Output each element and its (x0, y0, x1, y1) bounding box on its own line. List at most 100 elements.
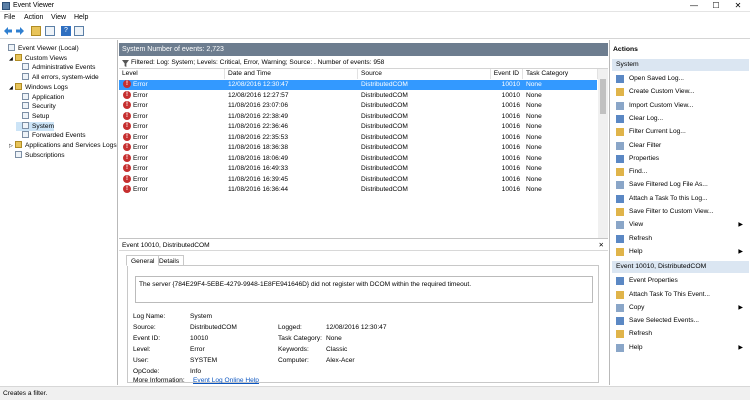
cell-task: None (526, 175, 542, 183)
log-name-value: System (190, 313, 212, 320)
tree-item[interactable]: All errors, system-wide (16, 73, 99, 82)
action-item[interactable]: Clear Log... (612, 113, 749, 125)
action-item[interactable]: Clear Filter (612, 140, 749, 152)
action-item[interactable]: Filter Current Log... (612, 126, 749, 138)
action-item[interactable]: Help ▶ (612, 342, 749, 354)
minimize-button[interactable]: — (683, 0, 705, 11)
cell-source: DistributedCOM (361, 91, 408, 99)
cell-id: 10016 (501, 175, 520, 183)
cell-date: 11/08/2016 22:35:53 (228, 133, 289, 141)
action-item[interactable]: Copy ▶ (612, 302, 749, 314)
menu-file[interactable]: File (4, 14, 15, 21)
table-row[interactable]: ! Error 11/08/2016 18:06:49 DistributedCOM 1… (119, 153, 597, 164)
action-item-label: Filter Current Log... (629, 128, 686, 136)
tree-item-label: Setup (32, 112, 50, 120)
action-item[interactable]: Create Custom View... (612, 86, 749, 98)
actions-section-header[interactable]: Event 10010, DistributedCOM (612, 261, 749, 274)
tree-item[interactable]: Subscriptions (9, 150, 65, 160)
table-row[interactable]: ! Error 12/08/2016 12:30:47 DistributedCOM 1… (119, 80, 597, 90)
table-row[interactable]: ! Error 11/08/2016 22:38:49 DistributedCOM 1… (119, 111, 597, 122)
folder-icon (15, 141, 22, 148)
tree-item[interactable]: Forwarded Events (16, 131, 86, 140)
event-id-value: 10010 (190, 335, 209, 342)
show-hide-tree-icon[interactable] (45, 26, 55, 36)
properties-panel-icon[interactable] (74, 26, 84, 36)
table-row[interactable]: ! Error 11/08/2016 16:39:45 DistributedCOM 1… (119, 174, 597, 185)
filter-icon (22, 73, 29, 81)
action-item[interactable]: Save Filtered Log File As... (612, 179, 749, 191)
opcode-label: OpCode: (133, 368, 160, 375)
cell-level: Error (133, 144, 148, 151)
action-item[interactable]: Save Filter to Custom View... (612, 206, 749, 218)
cell-level: Error (133, 81, 148, 88)
action-item[interactable]: Attach Task To This Event... (612, 289, 749, 301)
table-row[interactable]: ! Error 11/08/2016 16:36:44 DistributedCOM 1… (119, 185, 597, 195)
event-log-online-help-link[interactable]: Event Log Online Help (193, 377, 259, 384)
tree-item[interactable]: ◢ Windows Logs (9, 82, 68, 93)
tree-item[interactable]: ▷ Applications and Services Logs (9, 141, 117, 151)
cell-task: None (526, 102, 542, 109)
action-item-label: Event Properties (629, 277, 678, 285)
forward-icon[interactable] (15, 26, 25, 36)
cell-id: 10016 (501, 133, 520, 141)
tree-item[interactable]: Security (16, 102, 56, 111)
help-icon[interactable]: ? (61, 26, 71, 36)
log-icon (22, 111, 29, 119)
filter-bar: Filtered: Log: System; Levels: Critical,… (119, 57, 608, 69)
actions-section-header[interactable]: System (612, 59, 749, 71)
actions-title: Actions (613, 46, 638, 53)
col-level[interactable]: Level (119, 69, 225, 79)
back-icon[interactable] (3, 26, 13, 36)
table-row[interactable]: ! Error 11/08/2016 18:36:38 DistributedCOM 1… (119, 143, 597, 153)
tree-item[interactable]: System (16, 121, 54, 131)
tree-item[interactable]: Setup (16, 111, 50, 121)
close-button[interactable]: ✕ (727, 0, 749, 11)
tree-item-label: Administrative Events (32, 64, 96, 72)
col-date-time[interactable]: Date and Time (225, 69, 358, 79)
cell-level: Error (133, 123, 148, 130)
view-icon (616, 221, 624, 230)
table-row[interactable]: ! Error 12/08/2016 12:27:57 DistributedCOM 1… (119, 90, 597, 101)
maximize-button[interactable]: ☐ (705, 0, 727, 11)
tree-item[interactable]: Event Viewer (Local) (2, 44, 79, 53)
col-task-category[interactable]: Task Category (523, 69, 598, 79)
table-row[interactable]: ! Error 11/08/2016 22:35:53 DistributedCOM 1… (119, 132, 597, 143)
tab-general[interactable]: General (126, 255, 160, 266)
action-item[interactable]: View ▶ (612, 219, 749, 231)
action-item[interactable]: Refresh (612, 233, 749, 245)
tree-item[interactable]: ◢ Custom Views (9, 53, 67, 64)
action-item[interactable]: Help ▶ (612, 246, 749, 258)
action-item-label: Save Filter to Custom View... (629, 208, 714, 215)
error-icon: ! (123, 143, 131, 151)
menu-help[interactable]: Help (74, 14, 88, 21)
grid-scroll-thumb[interactable] (600, 79, 606, 114)
cell-id: 10016 (501, 102, 520, 109)
action-item[interactable]: Open Saved Log... (612, 73, 749, 85)
action-item[interactable]: Refresh (612, 328, 749, 340)
table-row[interactable]: ! Error 11/08/2016 16:49:33 DistributedCOM 1… (119, 164, 597, 174)
logged-label: Logged: (278, 324, 302, 331)
error-icon: ! (123, 90, 131, 99)
error-icon: ! (123, 80, 131, 88)
menu-action[interactable]: Action (24, 14, 43, 21)
action-item[interactable]: Event Properties (612, 275, 749, 287)
cell-level: Error (133, 102, 148, 109)
submenu-arrow-icon: ▶ (738, 222, 743, 229)
action-item[interactable]: Save Selected Events... (612, 315, 749, 327)
grid-scrollbar[interactable] (598, 69, 608, 238)
action-item[interactable]: Attach a Task To this Log... (612, 193, 749, 205)
cell-date: 11/08/2016 18:36:38 (228, 144, 289, 151)
table-row[interactable]: ! Error 11/08/2016 22:36:46 DistributedCOM 1… (119, 122, 597, 132)
action-item[interactable]: Properties (612, 153, 749, 165)
close-detail-icon[interactable]: ✕ (598, 240, 604, 251)
action-item[interactable]: Import Custom View... (612, 100, 749, 112)
tree-item[interactable]: Application (16, 92, 64, 102)
col-event-id[interactable]: Event ID (491, 69, 523, 79)
tree-item[interactable]: Administrative Events (16, 63, 95, 72)
refresh-icon (616, 234, 624, 243)
col-source[interactable]: Source (358, 69, 491, 79)
folder-up-icon[interactable] (31, 26, 41, 36)
table-row[interactable]: ! Error 11/08/2016 23:07:06 DistributedCOM 1… (119, 101, 597, 111)
action-item[interactable]: Find... (612, 166, 749, 178)
menu-view[interactable]: View (51, 14, 66, 21)
